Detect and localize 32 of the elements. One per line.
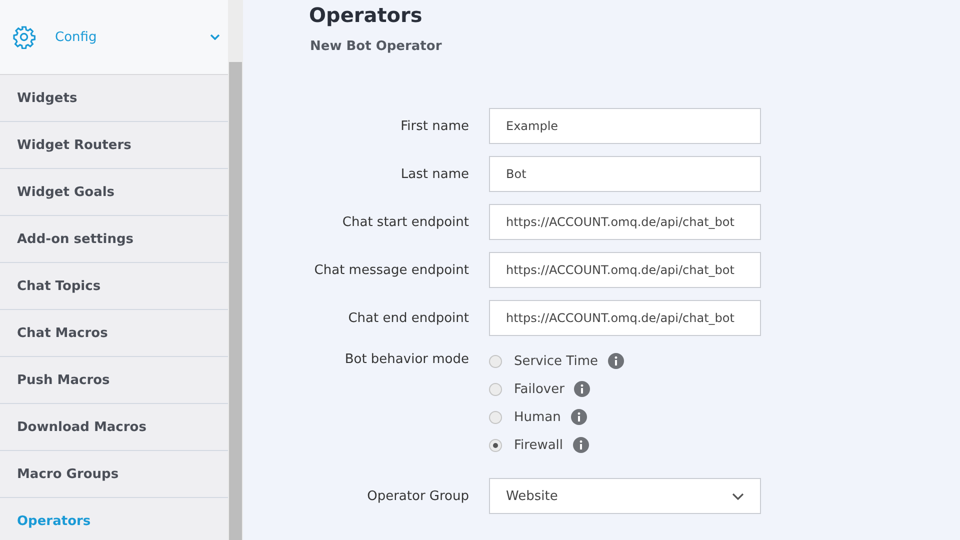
config-label: Config [55,30,98,44]
page-title: Operators [309,3,424,27]
radio-button[interactable] [489,354,502,368]
field-label: Last name [400,166,469,182]
field-label: Chat end endpoint [347,310,469,326]
field-label: Operator Group [366,488,469,504]
info-icon[interactable] [570,409,587,425]
operator-group-dropdown[interactable]: Website [489,478,761,514]
settings-icon [12,25,36,49]
text-field[interactable]: https://ACCOUNT.omq.de/api/chat_bot [489,204,761,240]
radio-button[interactable] [489,410,502,424]
info-icon[interactable] [573,437,590,453]
radio-label: Failover [514,382,564,396]
text-field[interactable]: Bot [489,156,761,192]
info-icon[interactable] [608,353,624,369]
chevron-icon [732,492,744,500]
field-label: Chat message endpoint [313,262,469,278]
radio-button[interactable] [489,382,502,396]
radio-label: Human [514,410,561,424]
field-label: Bot behavior mode [344,352,469,367]
field-label: First name [400,118,469,134]
radio-button[interactable] [489,438,502,452]
text-field[interactable]: https://ACCOUNT.omq.de/api/chat_bot [489,300,761,336]
scrollbar[interactable] [228,0,243,540]
info-icon[interactable] [574,381,590,397]
radio-label: Firewall [514,438,564,452]
form-subtitle: New Bot Operator [310,39,443,54]
radio-label: Service Time [514,354,598,368]
text-field[interactable]: Example [489,108,761,144]
text-field[interactable]: https://ACCOUNT.omq.de/api/chat_bot [489,252,761,288]
scrollbar-thumb[interactable] [229,62,242,540]
field-label: Chat start endpoint [341,214,469,230]
